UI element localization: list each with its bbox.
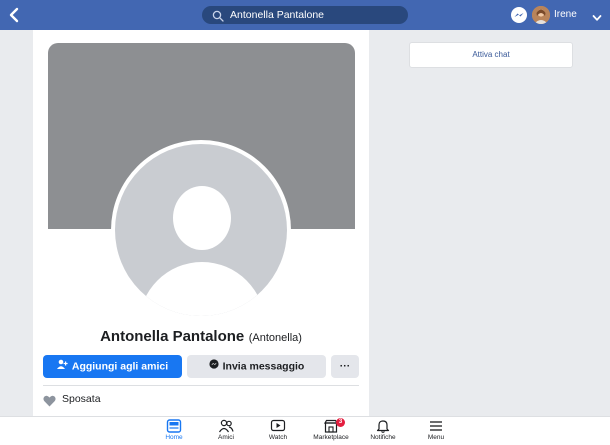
messenger-icon xyxy=(209,355,219,378)
home-icon xyxy=(166,419,182,433)
nav-item-notifications[interactable]: Notifiche xyxy=(358,419,408,445)
add-friend-button[interactable]: Aggiungi agli amici xyxy=(43,355,182,378)
add-friend-icon xyxy=(56,355,68,378)
nav-label: Home xyxy=(165,434,183,441)
chevron-down-icon[interactable] xyxy=(592,10,602,21)
nav-label: Watch xyxy=(268,434,288,441)
profile-picture[interactable] xyxy=(111,140,291,320)
send-message-label: Invia messaggio xyxy=(222,360,305,373)
default-avatar-icon xyxy=(115,144,287,316)
send-message-button[interactable]: Invia messaggio xyxy=(187,355,326,378)
relationship-status-text: Sposata xyxy=(62,393,101,405)
nav-label: Amici xyxy=(218,434,234,441)
more-options-button[interactable]: ··· xyxy=(331,355,359,378)
menu-icon xyxy=(430,421,442,431)
nav-item-home[interactable]: Home xyxy=(149,419,199,445)
user-name[interactable]: Irene xyxy=(554,9,577,20)
nav-label: Marketplace xyxy=(313,434,349,441)
search-input[interactable]: Antonella Pantalone xyxy=(202,6,408,24)
nav-item-friends[interactable]: Amici xyxy=(201,419,251,445)
nav-item-marketplace[interactable]: 3 Marketplace xyxy=(306,418,356,445)
nav-item-watch[interactable]: Watch xyxy=(253,419,303,445)
search-icon xyxy=(212,9,224,22)
chevron-left-icon[interactable] xyxy=(8,6,26,24)
nav-label: Menu xyxy=(427,434,445,441)
notification-badge: 3 xyxy=(336,418,345,427)
watch-icon xyxy=(270,419,286,432)
profile-full-name: Antonella Pantalone xyxy=(100,328,245,345)
top-bar: Antonella Pantalone Irene xyxy=(0,0,610,30)
activate-chat-button[interactable]: Attiva chat xyxy=(409,42,573,68)
profile-name: Antonella Pantalone (Antonella) xyxy=(0,328,402,346)
avatar[interactable] xyxy=(532,6,550,24)
more-icon: ··· xyxy=(339,360,351,372)
heart-icon xyxy=(43,394,56,407)
search-value: Antonella Pantalone xyxy=(230,9,324,21)
bottom-nav: Home Amici Watch 3 Marketplace Notifiche… xyxy=(0,416,610,445)
nav-item-menu[interactable]: Menu xyxy=(411,419,461,445)
nav-label: Notifiche xyxy=(370,434,396,441)
friends-icon xyxy=(218,419,234,433)
messenger-icon[interactable] xyxy=(511,7,527,23)
profile-alternate-name: (Antonella) xyxy=(248,332,302,344)
divider xyxy=(43,385,359,386)
bell-icon xyxy=(376,420,390,433)
add-friend-label: Aggiungi agli amici xyxy=(71,360,169,373)
